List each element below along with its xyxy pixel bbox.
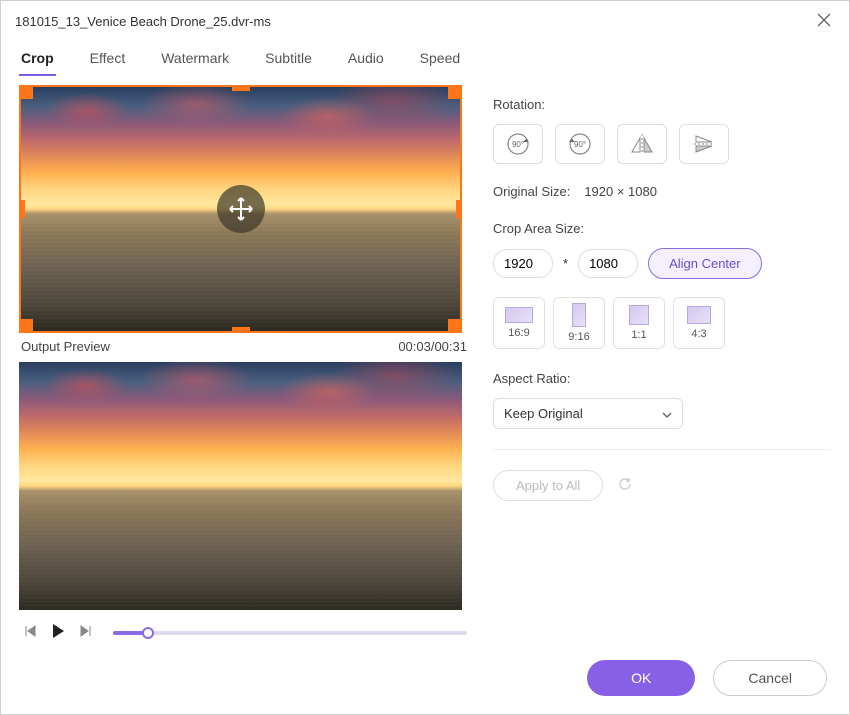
svg-text:90°: 90° [512,140,524,149]
playback-slider[interactable] [113,631,467,635]
aspect-ratio-label: Aspect Ratio: [493,371,831,386]
original-size-label: Original Size: [493,184,570,199]
rotate-cw-icon[interactable]: 90° [493,124,543,164]
slider-thumb[interactable] [142,627,154,639]
crop-preview[interactable] [19,85,462,333]
tab-bar: Crop Effect Watermark Subtitle Audio Spe… [1,42,849,77]
next-frame-icon[interactable] [77,622,95,643]
rotation-label: Rotation: [493,97,831,112]
flip-vertical-icon[interactable] [679,124,729,164]
dialog-footer: OK Cancel [587,660,827,696]
crop-height-input[interactable] [578,249,638,278]
rotate-ccw-icon[interactable]: 90° [555,124,605,164]
aspect-9-16-button[interactable]: 9:16 [553,297,605,349]
tab-subtitle[interactable]: Subtitle [263,42,314,76]
tab-audio[interactable]: Audio [346,42,386,76]
original-size-value: 1920 × 1080 [584,184,657,199]
apply-to-all-button[interactable]: Apply to All [493,470,603,501]
aspect-1-1-button[interactable]: 1:1 [613,297,665,349]
aspect-ratio-select[interactable]: Keep Original [493,398,683,429]
aspect-16-9-button[interactable]: 16:9 [493,297,545,349]
crop-handle-bottom[interactable] [232,327,250,333]
close-icon[interactable] [813,11,835,32]
ok-button[interactable]: OK [587,660,695,696]
crop-area-label: Crop Area Size: [493,221,831,236]
chevron-down-icon [662,406,672,421]
crop-handle-left[interactable] [19,200,25,218]
crop-handle-tr[interactable] [448,85,462,99]
prev-frame-icon[interactable] [21,622,39,643]
crop-width-input[interactable] [493,249,553,278]
playback-controls [19,610,469,655]
svg-text:90°: 90° [574,140,586,149]
flip-horizontal-icon[interactable] [617,124,667,164]
divider [493,449,831,450]
playback-time: 00:03/00:31 [398,339,467,354]
aspect-4-3-button[interactable]: 4:3 [673,297,725,349]
move-handle-icon[interactable] [217,185,265,233]
reset-icon[interactable] [617,476,633,495]
preview-column: Output Preview 00:03/00:31 [19,85,469,655]
crop-handle-tl[interactable] [19,85,33,99]
aspect-shape-icon [629,305,649,325]
aspect-preset-row: 16:9 9:16 1:1 4:3 [493,297,831,349]
settings-column: Rotation: 90° 90° Original Size: 1920 × … [493,85,831,655]
window-title: 181015_13_Venice Beach Drone_25.dvr-ms [15,14,271,29]
play-icon[interactable] [47,620,69,645]
tab-effect[interactable]: Effect [88,42,128,76]
output-video-frame [19,362,462,610]
aspect-ratio-value: Keep Original [504,406,583,421]
crop-handle-br[interactable] [448,319,462,333]
align-center-button[interactable]: Align Center [648,248,762,279]
titlebar: 181015_13_Venice Beach Drone_25.dvr-ms [1,1,849,42]
aspect-shape-icon [572,303,586,327]
tab-speed[interactable]: Speed [418,42,462,76]
crop-handle-top[interactable] [232,85,250,91]
aspect-shape-icon [505,307,533,323]
output-preview [19,362,462,610]
tab-crop[interactable]: Crop [19,42,56,76]
cancel-button[interactable]: Cancel [713,660,827,696]
crop-handle-right[interactable] [456,200,462,218]
tab-watermark[interactable]: Watermark [159,42,231,76]
size-separator: * [563,256,568,271]
aspect-shape-icon [687,306,711,324]
crop-handle-bl[interactable] [19,319,33,333]
output-preview-label: Output Preview [21,339,110,354]
editor-window: 181015_13_Venice Beach Drone_25.dvr-ms C… [0,0,850,715]
preview-info-bar: Output Preview 00:03/00:31 [19,333,469,360]
